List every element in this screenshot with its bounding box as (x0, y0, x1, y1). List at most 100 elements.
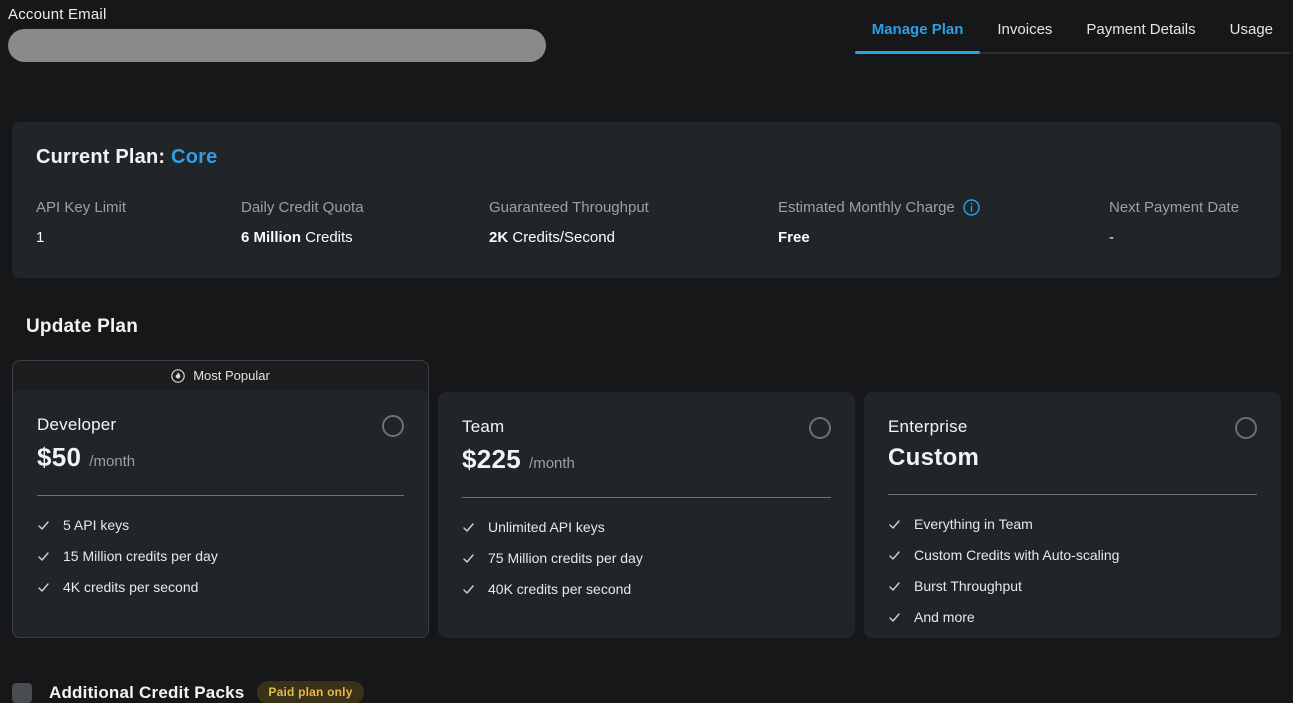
feature-item: 4K credits per second (37, 579, 404, 595)
plan-period: /month (529, 455, 575, 472)
stat-value-normal: 1 (36, 229, 44, 246)
feature-item: 40K credits per second (462, 581, 831, 597)
divider (462, 497, 831, 498)
feature-item: 5 API keys (37, 517, 404, 533)
fire-icon (171, 369, 185, 383)
check-icon (462, 521, 475, 534)
update-plan-heading: Update Plan (26, 316, 1293, 338)
plan-features: Everything in Team Custom Credits with A… (888, 516, 1257, 625)
plan-card-enterprise[interactable]: Enterprise Custom Everything in Team Cus… (864, 392, 1281, 638)
plan-card-team[interactable]: Team $225 /month Unlimited API keys 75 M… (438, 392, 855, 638)
feature-item: 15 Million credits per day (37, 548, 404, 564)
tab-invoices[interactable]: Invoices (980, 0, 1069, 52)
plan-price: $225 (462, 444, 521, 475)
check-icon (37, 550, 50, 563)
feature-text: 5 API keys (63, 517, 129, 533)
stat-value-normal: Credits (301, 229, 353, 246)
feature-text: Burst Throughput (914, 578, 1022, 594)
stat-value: - (1109, 229, 1257, 246)
feature-text: And more (914, 609, 975, 625)
check-icon (888, 611, 901, 624)
feature-item: Everything in Team (888, 516, 1257, 532)
most-popular-wrapper: Most Popular Developer $50 /month 5 API … (12, 360, 429, 638)
plan-name: Team (462, 417, 504, 437)
credit-packs-checkbox[interactable] (12, 683, 32, 703)
stat-value-normal: - (1109, 229, 1114, 246)
feature-text: 75 Million credits per day (488, 550, 643, 566)
credit-packs-label: Additional Credit Packs (49, 683, 244, 703)
plan-period: /month (89, 453, 135, 470)
stat-value-strong: Free (778, 229, 810, 246)
page-header: Account Email Manage Plan Invoices Payme… (0, 0, 1293, 60)
stat-daily-credit-quota: Daily Credit Quota 6 Million Credits (241, 199, 489, 246)
stat-value: 1 (36, 229, 241, 246)
plan-name: Developer (37, 415, 116, 435)
feature-item: Unlimited API keys (462, 519, 831, 535)
plan-head: Enterprise (888, 417, 1257, 439)
feature-text: Unlimited API keys (488, 519, 605, 535)
paid-plan-only-badge: Paid plan only (257, 681, 363, 703)
most-popular-strip: Most Popular (13, 361, 428, 390)
current-plan-stats: API Key Limit 1 Daily Credit Quota 6 Mil… (36, 199, 1257, 246)
plan-name: Enterprise (888, 417, 967, 437)
stat-label: Next Payment Date (1109, 199, 1257, 216)
plans-row: Most Popular Developer $50 /month 5 API … (12, 360, 1281, 638)
feature-item: Custom Credits with Auto-scaling (888, 547, 1257, 563)
feature-text: 4K credits per second (63, 579, 198, 595)
feature-item: Burst Throughput (888, 578, 1257, 594)
stat-value: 2K Credits/Second (489, 229, 778, 246)
plan-card-developer[interactable]: Developer $50 /month 5 API keys 15 Milli… (13, 390, 428, 637)
stat-api-key-limit: API Key Limit 1 (36, 199, 241, 246)
current-plan-name: Core (171, 146, 217, 168)
feature-item: 75 Million credits per day (462, 550, 831, 566)
check-icon (37, 519, 50, 532)
stat-value: Free (778, 229, 1109, 246)
current-plan-title: Current Plan: Core (36, 146, 1257, 169)
plan-column-enterprise: Enterprise Custom Everything in Team Cus… (864, 392, 1281, 638)
plan-price-row: Custom (888, 444, 1257, 472)
billing-tabs: Manage Plan Invoices Payment Details Usa… (855, 0, 1290, 54)
check-icon (462, 552, 475, 565)
plan-column-developer: Most Popular Developer $50 /month 5 API … (12, 360, 429, 638)
stat-label: Guaranteed Throughput (489, 199, 778, 216)
plan-column-team: Team $225 /month Unlimited API keys 75 M… (438, 392, 855, 638)
most-popular-label: Most Popular (193, 368, 270, 383)
current-plan-title-prefix: Current Plan: (36, 146, 171, 168)
divider (37, 495, 404, 496)
stat-label-with-icon: Estimated Monthly Charge (778, 199, 1109, 216)
plan-radio-team[interactable] (809, 417, 831, 439)
stat-estimated-monthly-charge: Estimated Monthly Charge Free (778, 199, 1109, 246)
stat-value: 6 Million Credits (241, 229, 489, 246)
plan-radio-enterprise[interactable] (1235, 417, 1257, 439)
plan-price: Custom (888, 444, 979, 472)
info-icon[interactable] (963, 199, 980, 216)
feature-text: Custom Credits with Auto-scaling (914, 547, 1119, 563)
stat-label: API Key Limit (36, 199, 241, 216)
feature-text: 40K credits per second (488, 581, 631, 597)
current-plan-card: Current Plan: Core API Key Limit 1 Daily… (12, 122, 1281, 278)
account-email-field[interactable] (8, 29, 546, 62)
plan-price-row: $225 /month (462, 444, 831, 475)
plan-features: 5 API keys 15 Million credits per day 4K… (37, 517, 404, 595)
plan-price-row: $50 /month (37, 442, 404, 473)
stat-guaranteed-throughput: Guaranteed Throughput 2K Credits/Second (489, 199, 778, 246)
stat-label: Estimated Monthly Charge (778, 199, 955, 216)
plan-radio-developer[interactable] (382, 415, 404, 437)
check-icon (462, 583, 475, 596)
stat-value-normal: Credits/Second (508, 229, 615, 246)
feature-item: And more (888, 609, 1257, 625)
feature-text: Everything in Team (914, 516, 1033, 532)
account-email-label: Account Email (8, 6, 106, 23)
check-icon (888, 549, 901, 562)
plan-head: Developer (37, 415, 404, 437)
tab-payment-details[interactable]: Payment Details (1069, 0, 1212, 52)
stat-next-payment-date: Next Payment Date - (1109, 199, 1257, 246)
stat-value-strong: 6 Million (241, 229, 301, 246)
tab-usage[interactable]: Usage (1213, 0, 1290, 52)
account-email-block: Account Email (8, 6, 546, 62)
check-icon (888, 580, 901, 593)
plan-features: Unlimited API keys 75 Million credits pe… (462, 519, 831, 597)
tab-manage-plan[interactable]: Manage Plan (855, 0, 981, 52)
feature-text: 15 Million credits per day (63, 548, 218, 564)
check-icon (888, 518, 901, 531)
